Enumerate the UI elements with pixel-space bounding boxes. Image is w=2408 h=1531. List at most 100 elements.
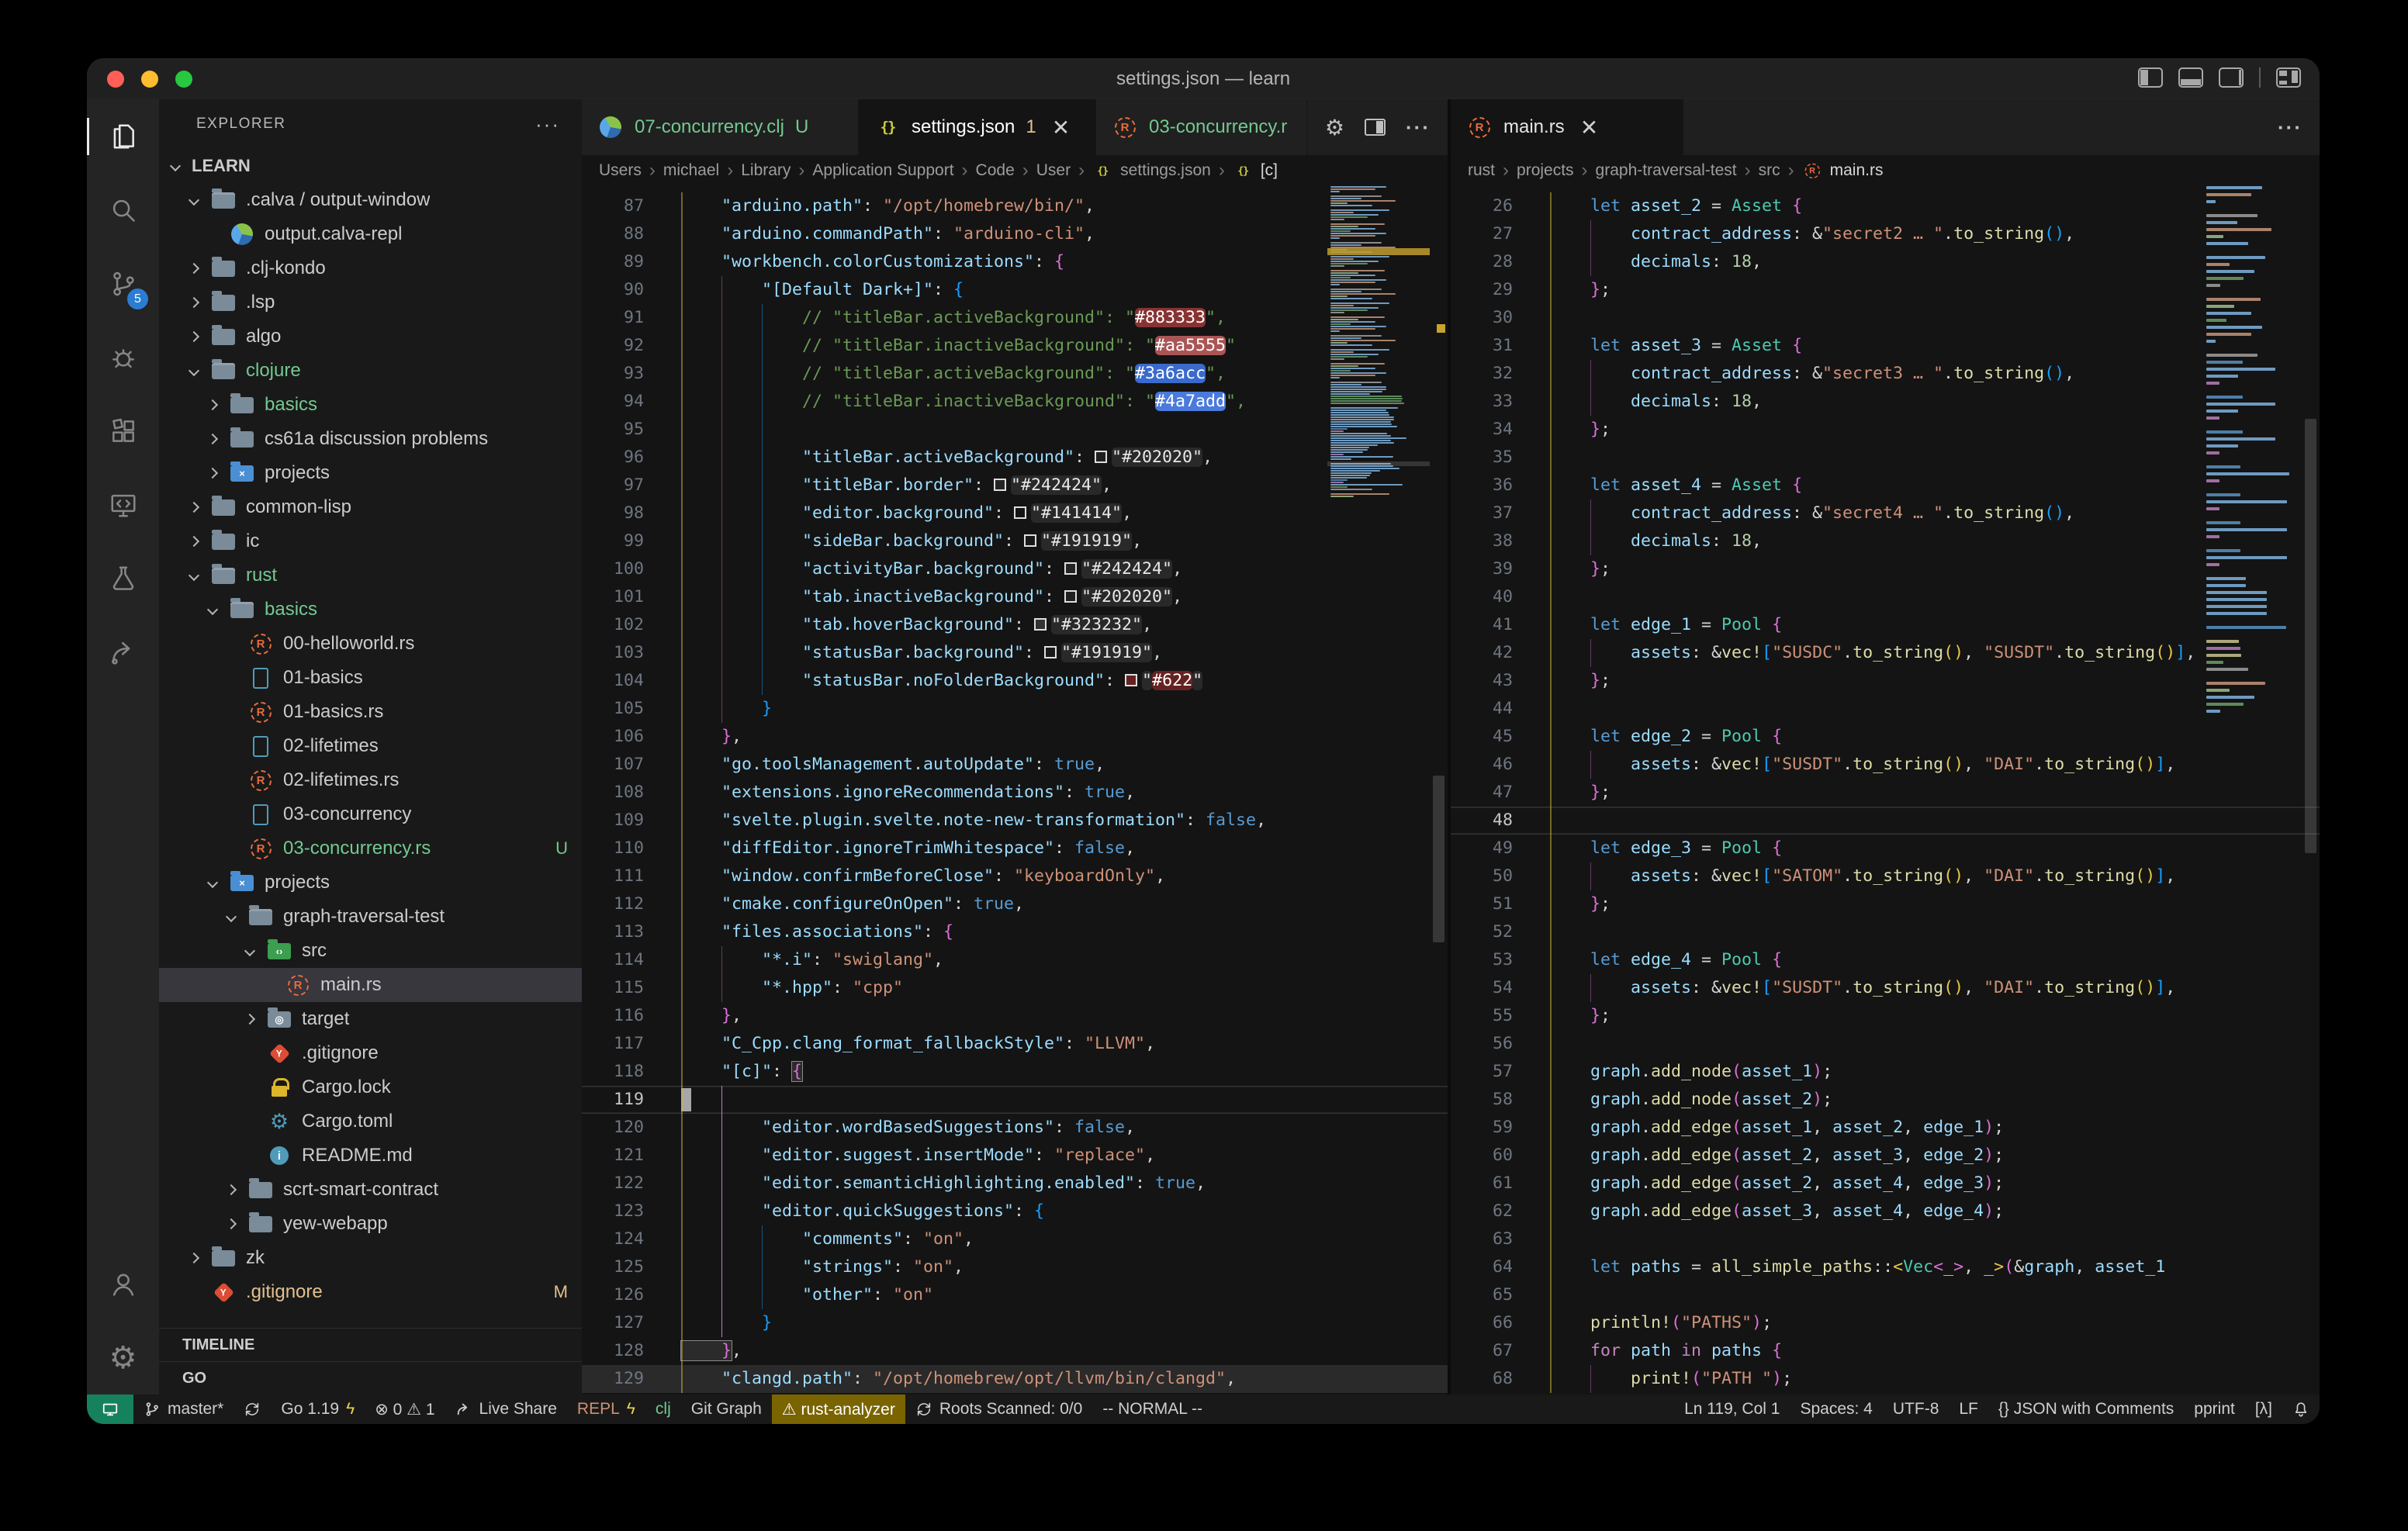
- code-line-39[interactable]: 39 };: [1451, 555, 2320, 583]
- code-line-36[interactable]: 36 let asset_4 = Asset {: [1451, 472, 2320, 499]
- status-rust-analyzer[interactable]: ⚠ rust-analyzer: [772, 1394, 905, 1424]
- code-line-102[interactable]: 102 "tab.hoverBackground": "#323232",: [582, 611, 1448, 639]
- status-remote-window[interactable]: [87, 1394, 133, 1424]
- tree-item-cargo.lock[interactable]: Cargo.lock: [159, 1070, 582, 1104]
- activity-remote-explorer-icon[interactable]: [87, 468, 159, 541]
- code-line-45[interactable]: 45 let edge_2 = Pool {: [1451, 723, 2320, 751]
- activity-accounts-icon[interactable]: [87, 1247, 159, 1321]
- tree-item-cargo.toml[interactable]: ⚙Cargo.toml: [159, 1104, 582, 1139]
- code-line-93[interactable]: 93 // "titleBar.activeBackground": "#3a6…: [582, 360, 1448, 388]
- code-line-118[interactable]: 118 "[c]": {: [582, 1058, 1448, 1086]
- code-line-34[interactable]: 34 };: [1451, 416, 2320, 444]
- status-live-share[interactable]: Live Share: [445, 1394, 567, 1424]
- layout-sidebar-left-icon[interactable]: [2138, 67, 2163, 88]
- code-line-123[interactable]: 123 "editor.quickSuggestions": {: [582, 1197, 1448, 1225]
- tree-item-projects[interactable]: ×projects: [159, 866, 582, 900]
- status-roots-scanned[interactable]: Roots Scanned: 0/0: [905, 1394, 1092, 1424]
- sidebar-section-timeline[interactable]: TIMELINE: [159, 1328, 582, 1361]
- code-line-63[interactable]: 63: [1451, 1225, 2320, 1253]
- breadcrumb-item[interactable]: rust: [1468, 161, 1495, 180]
- activity-search-icon[interactable]: [87, 173, 159, 247]
- split-editor-icon[interactable]: [1365, 119, 1386, 136]
- layout-sidebar-right-icon[interactable]: [2219, 67, 2244, 88]
- code-line-29[interactable]: 29 };: [1451, 276, 2320, 304]
- code-line-43[interactable]: 43 };: [1451, 667, 2320, 695]
- breadcrumb-item[interactable]: projects: [1517, 161, 1574, 180]
- tree-item-basics[interactable]: basics: [159, 388, 582, 422]
- code-line-33[interactable]: 33 decimals: 18,: [1451, 388, 2320, 416]
- tree-item-01-basics.rs[interactable]: R01-basics.rs: [159, 695, 582, 729]
- code-line-56[interactable]: 56: [1451, 1030, 2320, 1058]
- code-line-32[interactable]: 32 contract_address: &"secret3 … ".to_st…: [1451, 360, 2320, 388]
- activity-extensions-icon[interactable]: [87, 394, 159, 468]
- status-indentation[interactable]: Spaces: 4: [1790, 1394, 1882, 1424]
- code-line-87[interactable]: 87 "arduino.path": "/opt/homebrew/bin/",: [582, 192, 1448, 220]
- code-line-120[interactable]: 120 "editor.wordBasedSuggestions": false…: [582, 1114, 1448, 1142]
- code-line-92[interactable]: 92 // "titleBar.inactiveBackground": "#a…: [582, 332, 1448, 360]
- status-problems[interactable]: ⊗ 0 ⚠ 1: [365, 1394, 445, 1424]
- tree-item-.clj-kondo[interactable]: .clj-kondo: [159, 251, 582, 285]
- activity-live-share-icon[interactable]: [87, 615, 159, 689]
- tree-item-yew-webapp[interactable]: yew-webapp: [159, 1207, 582, 1241]
- status-notifications[interactable]: [2282, 1394, 2320, 1424]
- code-line-31[interactable]: 31 let asset_3 = Asset {: [1451, 332, 2320, 360]
- breadcrumb-item[interactable]: graph-traversal-test: [1596, 161, 1737, 180]
- tree-item-00-helloworld.rs[interactable]: R00-helloworld.rs: [159, 627, 582, 661]
- code-line-37[interactable]: 37 contract_address: &"secret4 … ".to_st…: [1451, 499, 2320, 527]
- tree-item-clojure[interactable]: clojure: [159, 354, 582, 388]
- activity-testing-icon[interactable]: [87, 541, 159, 615]
- code-line-48[interactable]: 48: [1451, 807, 2320, 835]
- code-line-60[interactable]: 60 graph.add_edge(asset_2, asset_3, edge…: [1451, 1142, 2320, 1170]
- code-line-110[interactable]: 110 "diffEditor.ignoreTrimWhitespace": f…: [582, 835, 1448, 862]
- breadcrumb-item[interactable]: main.rs: [1830, 161, 1884, 180]
- code-line-58[interactable]: 58 graph.add_node(asset_2);: [1451, 1086, 2320, 1114]
- code-line-47[interactable]: 47 };: [1451, 779, 2320, 807]
- tree-item-algo[interactable]: algo: [159, 320, 582, 354]
- code-line-111[interactable]: 111 "window.confirmBeforeClose": "keyboa…: [582, 862, 1448, 890]
- breadcrumb-item[interactable]: michael: [663, 161, 719, 180]
- code-line-124[interactable]: 124 "comments": "on",: [582, 1225, 1448, 1253]
- code-line-100[interactable]: 100 "activityBar.background": "#242424",: [582, 555, 1448, 583]
- code-line-105[interactable]: 105 }: [582, 695, 1448, 723]
- layout-grid-icon[interactable]: [2276, 67, 2301, 88]
- code-line-55[interactable]: 55 };: [1451, 1002, 2320, 1030]
- status-git-branch[interactable]: master*: [133, 1394, 234, 1424]
- code-line-119[interactable]: 119: [582, 1086, 1448, 1114]
- breadcrumb-item[interactable]: Users: [599, 161, 642, 180]
- code-line-101[interactable]: 101 "tab.inactiveBackground": "#202020",: [582, 583, 1448, 611]
- tree-item-learn[interactable]: LEARN: [159, 149, 582, 183]
- tree-item-readme.md[interactable]: iREADME.md: [159, 1139, 582, 1173]
- code-line-122[interactable]: 122 "editor.semanticHighlighting.enabled…: [582, 1170, 1448, 1197]
- minimap-right[interactable]: [2203, 186, 2299, 1394]
- tab-gear-icon[interactable]: ⚙: [1325, 115, 1344, 140]
- code-line-107[interactable]: 107 "go.toolsManagement.autoUpdate": tru…: [582, 751, 1448, 779]
- activity-source-control-icon[interactable]: 5: [87, 247, 159, 320]
- code-line-116[interactable]: 116 },: [582, 1002, 1448, 1030]
- tree-item-basics[interactable]: basics: [159, 593, 582, 627]
- tab-07-concurrency.clj[interactable]: 07-concurrency.cljU: [582, 99, 859, 155]
- tree-item-.calva---output-window[interactable]: .calva / output-window: [159, 183, 582, 217]
- code-line-127[interactable]: 127 }: [582, 1309, 1448, 1337]
- status-pprint[interactable]: pprint: [2184, 1394, 2245, 1424]
- breadcrumb-item[interactable]: [c]: [1261, 161, 1278, 180]
- code-line-46[interactable]: 46 assets: &vec!["SUSDT".to_string(), "D…: [1451, 751, 2320, 779]
- editor-more-icon[interactable]: ···: [2278, 116, 2302, 140]
- tree-item-projects[interactable]: ×projects: [159, 456, 582, 490]
- title-bar[interactable]: settings.json — learn: [87, 58, 2320, 99]
- tree-item-03-concurrency.rs[interactable]: R03-concurrency.rsU: [159, 831, 582, 866]
- code-line-106[interactable]: 106 },: [582, 723, 1448, 751]
- code-line-88[interactable]: 88 "arduino.commandPath": "arduino-cli",: [582, 220, 1448, 248]
- code-line-64[interactable]: 64 let paths = all_simple_paths::<Vec<_>…: [1451, 1253, 2320, 1281]
- code-line-53[interactable]: 53 let edge_4 = Pool {: [1451, 946, 2320, 974]
- code-line-41[interactable]: 41 let edge_1 = Pool {: [1451, 611, 2320, 639]
- code-line-35[interactable]: 35: [1451, 444, 2320, 472]
- code-line-115[interactable]: 115 "*.hpp": "cpp": [582, 974, 1448, 1002]
- tab-close-icon[interactable]: ✕: [1580, 115, 1598, 140]
- tab-close-icon[interactable]: ✕: [1052, 115, 1070, 140]
- code-area-right[interactable]: 26 let asset_2 = Asset {27 contract_addr…: [1451, 186, 2320, 1394]
- breadcrumb-item[interactable]: settings.json: [1120, 161, 1211, 180]
- tree-item-03-concurrency[interactable]: 03-concurrency: [159, 797, 582, 831]
- code-line-104[interactable]: 104 "statusBar.noFolderBackground": "#62…: [582, 667, 1448, 695]
- code-line-68[interactable]: 68 print!("PATH ");: [1451, 1365, 2320, 1393]
- status-vim-mode[interactable]: -- NORMAL --: [1092, 1394, 1213, 1424]
